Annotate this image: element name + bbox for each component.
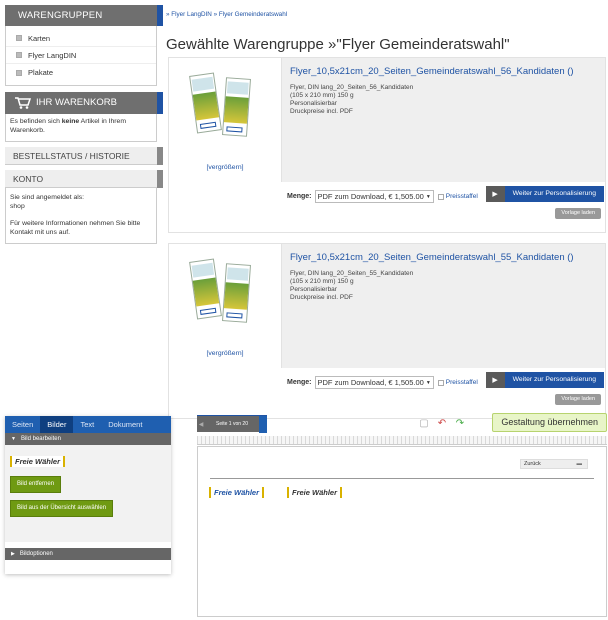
tab-dokument[interactable]: Dokument (101, 416, 149, 433)
sidebar-item-karten[interactable]: Karten (6, 30, 156, 47)
product-order-row: Menge: PDF zum Download, € 1,505.00 ▼ Pre… (169, 182, 605, 232)
quantity-select[interactable]: PDF zum Download, € 1,505.00 ▼ (314, 376, 434, 389)
account-info: Sie sind angemeldet als: shop Für weiter… (5, 188, 157, 244)
quantity-select[interactable]: PDF zum Download, € 1,505.00 ▼ (314, 190, 434, 203)
page-indicator: Seite 1 von 20 (216, 421, 248, 427)
design-canvas[interactable]: Zurück ▬ Freie Wähler Freie Wähler (197, 446, 607, 617)
sidebar-item-plakate[interactable]: Plakate (6, 64, 156, 81)
groups-title: WARENGRUPPEN (18, 10, 103, 21)
freie-waehler-logo[interactable]: Freie Wähler (10, 456, 66, 467)
account-logged-in: Sie sind angemeldet als: (10, 194, 85, 201)
triangle-right-icon: ▶ (11, 551, 15, 557)
product-name[interactable]: Flyer_10,5x21cm_20_Seiten_Gemeinderatswa… (290, 252, 597, 263)
enlarge-link[interactable]: [vergrößern] (169, 164, 281, 171)
tab-seiten[interactable]: Seiten (5, 416, 40, 433)
product-card-2: [vergrößern] Flyer_10,5x21cm_20_Seiten_G… (168, 243, 606, 419)
editor-tabs: Seiten Bilder Text Dokument (5, 416, 171, 433)
chevron-down-icon: ▼ (425, 379, 431, 386)
personalize-button[interactable]: ▶ Weiter zur Personalisierung (485, 372, 604, 388)
cart-header[interactable]: IHR WARENKORB (5, 92, 163, 114)
zoom-out-icon[interactable]: ↶ (437, 418, 447, 429)
triangle-down-icon: ▼ (11, 436, 16, 442)
page-icon[interactable]: ▢ (419, 418, 429, 429)
ruler (197, 436, 607, 445)
product-image[interactable]: [vergrößern] (169, 244, 282, 368)
section-image-options[interactable]: ▶ Bildoptionen (5, 548, 171, 560)
product-desc: Flyer, DIN lang_20_Seiten_56_Kandidaten … (290, 84, 414, 115)
flyer-thumb-icon (189, 72, 222, 134)
cart-title: IHR WARENKORB (36, 97, 117, 108)
cart-icon (15, 97, 31, 109)
apply-design-button[interactable]: Gestaltung übernehmen (492, 413, 607, 432)
flyer-thumb-icon (222, 263, 251, 323)
load-template-button[interactable]: Vorlage laden (555, 394, 601, 405)
account-user: shop (10, 203, 25, 210)
account-header: KONTO (5, 170, 163, 188)
freie-waehler-logo[interactable]: Freie Wähler (287, 487, 343, 498)
image-editor-panel: Seiten Bilder Text Dokument ▼ Bild bearb… (5, 416, 171, 574)
page-title: Gewählte Warengruppe »"Flyer Gemeinderat… (166, 36, 510, 53)
preisstaffel-link[interactable]: Preisstaffel (446, 379, 478, 386)
play-icon: ▶ (485, 186, 505, 202)
groups-header: WARENGRUPPEN (5, 5, 163, 26)
breadcrumb[interactable]: » Flyer LangDIN » Flyer Gemeinderatswahl (166, 11, 287, 18)
sidebar-item-flyer-langdin[interactable]: Flyer LangDIN (6, 47, 156, 64)
account-contact: Für weitere Informationen nehmen Sie bit… (10, 220, 141, 236)
flyer-thumb-icon (189, 258, 222, 320)
freie-waehler-logo[interactable]: Freie Wähler (209, 487, 265, 498)
bullet-icon (16, 35, 22, 41)
play-icon: ▶ (485, 372, 505, 388)
menge-label: Menge: (287, 379, 312, 386)
groups-list: Karten Flyer LangDIN Plakate (5, 26, 157, 86)
product-card-1: [vergrößern] Flyer_10,5x21cm_20_Seiten_G… (168, 57, 606, 233)
edit-image-body: Freie Wähler Bild entfernen Bild aus der… (5, 445, 171, 542)
bullet-icon (16, 52, 22, 58)
tab-bilder[interactable]: Bilder (40, 416, 74, 433)
cart-text: Es befinden sich keine Artikel in Ihrem … (5, 114, 157, 142)
next-page-icon[interactable] (259, 415, 267, 433)
choose-image-button[interactable]: Bild aus der Übersicht auswählen (10, 500, 114, 517)
preisstaffel-checkbox[interactable] (437, 193, 444, 200)
editor-toolbar: ◀ Seite 1 von 20 ▢ ↶ ↷ Gestaltung überne… (197, 413, 607, 435)
load-template-button[interactable]: Vorlage laden (555, 208, 601, 219)
product-order-row: Menge: PDF zum Download, € 1,505.00 ▼ Pre… (169, 368, 605, 418)
product-info: Flyer_10,5x21cm_20_Seiten_Gemeinderatswa… (282, 58, 605, 182)
enlarge-link[interactable]: [vergrößern] (169, 350, 281, 357)
section-edit-image[interactable]: ▼ Bild bearbeiten (5, 433, 171, 445)
preisstaffel-link[interactable]: Preisstaffel (446, 193, 478, 200)
product-desc: Flyer, DIN lang_20_Seiten_55_Kandidaten … (290, 270, 414, 301)
chevron-down-icon: ▬ (576, 461, 583, 467)
product-info: Flyer_10,5x21cm_20_Seiten_Gemeinderatswa… (282, 244, 605, 368)
back-select[interactable]: Zurück ▬ (520, 459, 588, 469)
product-name[interactable]: Flyer_10,5x21cm_20_Seiten_Gemeinderatswa… (290, 66, 597, 77)
preisstaffel-checkbox[interactable] (437, 379, 444, 386)
flyer-thumb-icon (222, 77, 251, 137)
personalize-button[interactable]: ▶ Weiter zur Personalisierung (485, 186, 604, 202)
zoom-in-icon[interactable]: ↷ (455, 418, 465, 429)
divider-line (210, 478, 594, 479)
page-navigator[interactable]: ◀ Seite 1 von 20 (197, 415, 267, 433)
menge-label: Menge: (287, 193, 312, 200)
chevron-down-icon: ▼ (425, 193, 431, 200)
product-image[interactable]: [vergrößern] (169, 58, 282, 182)
bullet-icon (16, 69, 22, 76)
remove-image-button[interactable]: Bild entfernen (10, 476, 62, 493)
tab-text[interactable]: Text (73, 416, 101, 433)
sidebar: WARENGRUPPEN Karten Flyer LangDIN Plakat… (5, 5, 163, 249)
prev-page-icon[interactable]: ◀ (197, 421, 205, 428)
order-status-link[interactable]: BESTELLSTATUS / HISTORIE (5, 147, 163, 165)
